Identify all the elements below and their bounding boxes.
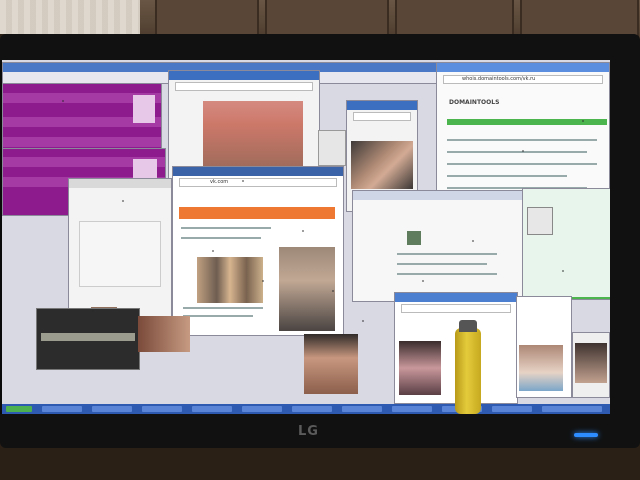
taskbar <box>2 404 610 414</box>
monitor-brand-logo: LG <box>298 424 319 439</box>
group-selfie-photo <box>197 257 263 303</box>
wall <box>0 0 140 34</box>
monitor-screen: whois.domaintools.com/vk.ru DOMAINTOOLS … <box>2 60 610 414</box>
profile-photo <box>279 247 335 331</box>
bottom-right-window <box>516 296 572 398</box>
whois-url: whois.domaintools.com/vk.ru <box>462 76 536 82</box>
shirtless-man-photo <box>304 334 358 394</box>
vk-url: vk.com <box>210 179 229 185</box>
right-profile-window <box>522 188 610 300</box>
vk-browser-window: vk.com <box>172 166 344 336</box>
whois-browser-window: whois.domaintools.com/vk.ru DOMAINTOOLS <box>436 62 610 204</box>
yellow-lighter <box>455 320 481 414</box>
thumbnail-window <box>572 332 610 398</box>
dark-app-tile <box>36 308 140 370</box>
card-photo <box>138 316 190 352</box>
chat-window <box>352 190 524 302</box>
power-led <box>574 433 598 437</box>
woman-portrait-photo <box>399 341 441 395</box>
domaintools-logo: DOMAINTOOLS <box>449 99 500 106</box>
calendar-widget <box>318 130 346 166</box>
magenta-window-1 <box>2 82 162 152</box>
